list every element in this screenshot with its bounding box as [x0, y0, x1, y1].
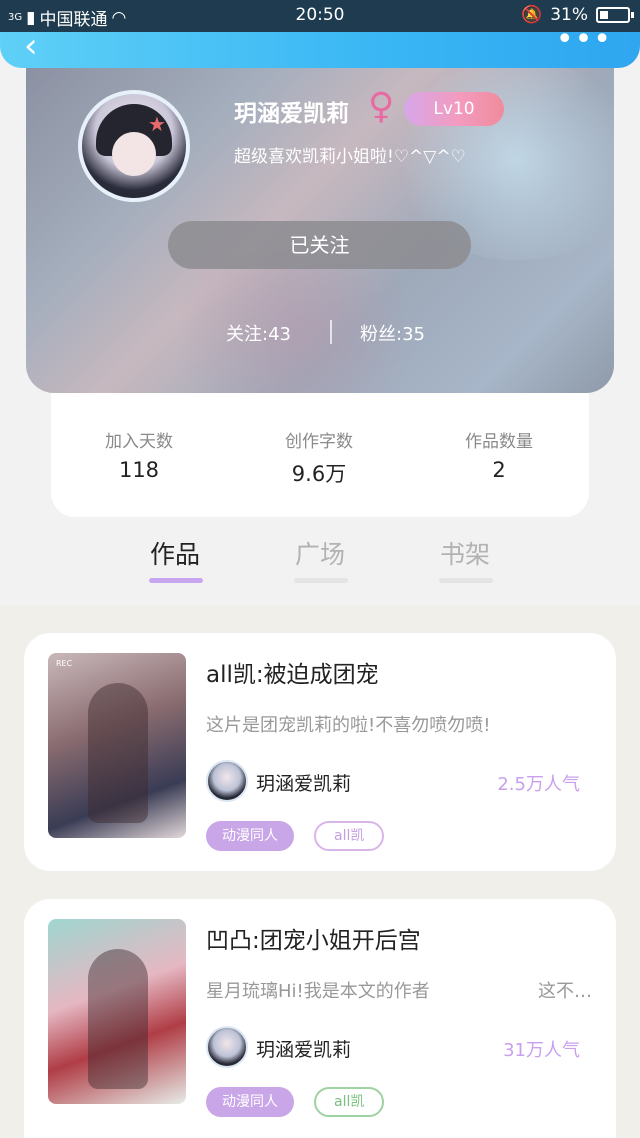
author-avatar[interactable]: [206, 760, 248, 802]
tab-works[interactable]: 作品: [125, 535, 225, 571]
tab-indicator: [439, 578, 493, 583]
stat-value: 2: [492, 458, 506, 482]
follow-button[interactable]: 已关注: [168, 221, 471, 269]
stat-label: 作品数量: [465, 432, 533, 452]
tab-square[interactable]: 广场: [270, 535, 370, 571]
cover-figure: [88, 683, 148, 823]
work-description-more: 这不…: [538, 981, 592, 1002]
stat-label: 加入天数: [105, 432, 173, 452]
work-cover[interactable]: REC: [48, 653, 186, 838]
star-icon: ★: [148, 112, 166, 136]
female-icon: ♀: [368, 86, 395, 127]
stat-value: 9.6万: [291, 462, 347, 486]
keyword-tag[interactable]: all凯: [314, 821, 385, 851]
stat-label: 创作字数: [285, 432, 353, 452]
popularity-count: 2.5万人气: [497, 774, 580, 795]
tab-bar: 作品 广场 书架: [0, 517, 640, 605]
author-name[interactable]: 玥涵爱凯莉: [256, 769, 351, 796]
top-nav-bar: ‹ •••: [0, 22, 640, 68]
level-badge: Lv10: [404, 92, 504, 126]
battery-icon: [596, 7, 634, 23]
following-count[interactable]: 关注:43: [226, 320, 291, 346]
cover-label: REC: [56, 659, 73, 668]
work-title[interactable]: all凯:被迫成团宠: [206, 655, 379, 689]
cover-figure: [88, 949, 148, 1089]
stat-works-count: 作品数量 2: [419, 427, 579, 482]
profile-bio: 超级喜欢凯莉小姐啦!♡^▽^♡: [234, 147, 466, 167]
popularity-count: 31万人气: [503, 1040, 580, 1061]
profile-name: 玥涵爱凯莉: [234, 101, 349, 127]
tab-bookshelf[interactable]: 书架: [415, 535, 515, 571]
fans-count[interactable]: 粉丝:35: [360, 320, 425, 346]
keyword-tag[interactable]: all凯: [314, 1087, 385, 1117]
genre-tag[interactable]: 动漫同人: [206, 821, 294, 851]
tab-indicator: [294, 578, 348, 583]
author-name[interactable]: 玥涵爱凯莉: [256, 1035, 351, 1062]
chevron-left-icon[interactable]: ‹: [24, 26, 38, 66]
work-description: 星月琉璃Hi!我是本文的作者: [206, 981, 430, 1002]
divider: [330, 320, 332, 344]
author-avatar[interactable]: [206, 1026, 248, 1068]
avatar[interactable]: ★: [78, 90, 190, 202]
bell-off-icon: 🔕: [521, 5, 543, 25]
work-card[interactable]: 凹凸:团宠小姐开后宫 星月琉璃Hi!我是本文的作者 这不… 玥涵爱凯莉 31万人…: [24, 899, 616, 1138]
genre-tag[interactable]: 动漫同人: [206, 1087, 294, 1117]
more-dots-icon[interactable]: •••: [556, 22, 612, 57]
work-title[interactable]: 凹凸:团宠小姐开后宫: [206, 921, 421, 955]
tab-indicator: [149, 578, 203, 583]
status-bar: 3G ▮ 中国联通 ◠ 20:50 🔕 31%: [0, 0, 640, 32]
avatar-face: [112, 132, 156, 176]
stat-value: 118: [118, 458, 160, 482]
stat-join-days: 加入天数 118: [59, 427, 219, 482]
profile-header: ★ 玥涵爱凯莉 ♀ Lv10 超级喜欢凯莉小姐啦!♡^▽^♡ 已关注 关注:43…: [26, 50, 614, 393]
work-cover[interactable]: [48, 919, 186, 1104]
work-card[interactable]: REC all凯:被迫成团宠 这片是团宠凯莉的啦!不喜勿喷勿喷! 玥涵爱凯莉 2…: [24, 633, 616, 871]
stats-card: 加入天数 118 创作字数 9.6万 作品数量 2: [51, 393, 589, 517]
stat-word-count: 创作字数 9.6万: [239, 427, 399, 488]
work-description: 这片是团宠凯莉的啦!不喜勿喷勿喷!: [206, 715, 491, 736]
